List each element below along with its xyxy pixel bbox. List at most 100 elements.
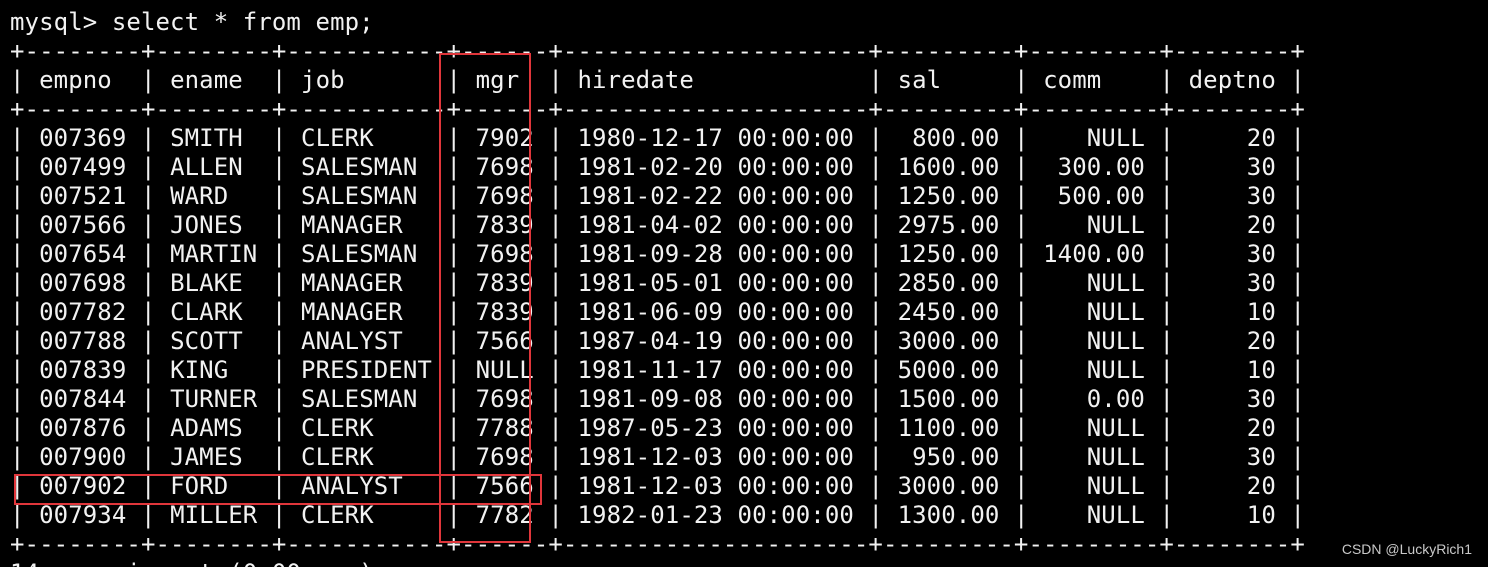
cell-empno: 007369 [39,124,127,152]
cell-job: SALESMAN [301,240,432,268]
cell-comm: 1400.00 [1043,240,1145,268]
cell-deptno: 10 [1188,356,1276,384]
cell-comm: NULL [1043,443,1145,471]
cell-sal: 800.00 [897,124,1000,152]
cell-comm: NULL [1043,414,1145,442]
cell-deptno: 10 [1188,501,1276,529]
cell-ename: JONES [170,211,258,239]
cell-hiredate: 1987-05-23 00:00:00 [577,414,854,442]
cell-ename: WARD [170,182,258,210]
column-header-sal: sal [897,66,1000,94]
cell-mgr: 7566 [475,472,534,500]
column-header-job: job [301,66,432,94]
cell-hiredate: 1981-05-01 00:00:00 [577,269,854,297]
cell-deptno: 30 [1188,153,1276,181]
cell-sal: 1250.00 [897,182,1000,210]
cell-comm: NULL [1043,501,1145,529]
column-header-hiredate: hiredate [577,66,854,94]
cell-sal: 1500.00 [897,385,1000,413]
table-row: | 007900 | JAMES | CLERK | 7698 | 1981-1… [10,443,1306,471]
cell-mgr: 7698 [475,240,534,268]
cell-empno: 007900 [39,443,127,471]
cell-mgr: 7698 [475,385,534,413]
cell-job: MANAGER [301,269,432,297]
table-border: +--------+--------+-----------+------+--… [10,37,1305,65]
table-row: | 007934 | MILLER | CLERK | 7782 | 1982-… [10,501,1306,529]
cell-ename: SCOTT [170,327,258,355]
watermark: CSDN @LuckyRich1 [1341,541,1472,557]
result-summary: 14 rows in set (0.00 sec) [10,559,374,567]
cell-ename: TURNER [170,385,258,413]
cell-mgr: NULL [475,356,534,384]
cell-empno: 007902 [39,472,127,500]
cell-deptno: 20 [1188,414,1276,442]
cell-deptno: 30 [1188,182,1276,210]
cell-mgr: 7839 [475,298,534,326]
table-row: | 007654 | MARTIN | SALESMAN | 7698 | 19… [10,240,1306,268]
cell-empno: 007698 [39,269,127,297]
cell-ename: MILLER [170,501,258,529]
cell-mgr: 7788 [475,414,534,442]
cell-comm: NULL [1043,327,1145,355]
cell-hiredate: 1980-12-17 00:00:00 [577,124,854,152]
cell-mgr: 7839 [475,211,534,239]
cell-sal: 1250.00 [897,240,1000,268]
cell-hiredate: 1981-09-08 00:00:00 [577,385,854,413]
cell-job: CLERK [301,443,432,471]
terminal-window[interactable]: mysql> select * from emp; +--------+----… [0,0,1488,567]
cell-sal: 2850.00 [897,269,1000,297]
cell-empno: 007876 [39,414,127,442]
table-row: | 007782 | CLARK | MANAGER | 7839 | 1981… [10,298,1306,326]
column-header-comm: comm [1043,66,1145,94]
column-header-deptno: deptno [1188,66,1276,94]
cell-comm: NULL [1043,124,1145,152]
table-border: +--------+--------+-----------+------+--… [10,95,1305,123]
cell-mgr: 7566 [475,327,534,355]
cell-mgr: 7902 [475,124,534,152]
cell-deptno: 30 [1188,269,1276,297]
column-header-mgr: mgr [475,66,534,94]
cell-mgr: 7698 [475,443,534,471]
cell-ename: MARTIN [170,240,258,268]
cell-comm: NULL [1043,356,1145,384]
cell-ename: ALLEN [170,153,258,181]
table-row: | 007839 | KING | PRESIDENT | NULL | 198… [10,356,1306,384]
cell-sal: 2975.00 [897,211,1000,239]
cell-hiredate: 1981-02-20 00:00:00 [577,153,854,181]
table-row: | 007844 | TURNER | SALESMAN | 7698 | 19… [10,385,1306,413]
cell-job: CLERK [301,124,432,152]
cell-empno: 007934 [39,501,127,529]
cell-hiredate: 1981-04-02 00:00:00 [577,211,854,239]
table-row: | 007788 | SCOTT | ANALYST | 7566 | 1987… [10,327,1306,355]
cell-comm: 300.00 [1043,153,1145,181]
cell-deptno: 30 [1188,443,1276,471]
cell-comm: 500.00 [1043,182,1145,210]
cell-empno: 007782 [39,298,127,326]
cell-sal: 3000.00 [897,327,1000,355]
cell-hiredate: 1981-12-03 00:00:00 [577,443,854,471]
cell-sal: 950.00 [897,443,1000,471]
table-row: | 007876 | ADAMS | CLERK | 7788 | 1987-0… [10,414,1306,442]
cell-mgr: 7839 [475,269,534,297]
cell-deptno: 30 [1188,385,1276,413]
cell-sal: 2450.00 [897,298,1000,326]
cell-job: ANALYST [301,327,432,355]
table-row: | 007698 | BLAKE | MANAGER | 7839 | 1981… [10,269,1306,297]
cell-sal: 5000.00 [897,356,1000,384]
table-row: | 007521 | WARD | SALESMAN | 7698 | 1981… [10,182,1306,210]
cell-empno: 007788 [39,327,127,355]
table-row: | 007566 | JONES | MANAGER | 7839 | 1981… [10,211,1306,239]
cell-comm: 0.00 [1043,385,1145,413]
column-header-ename: ename [170,66,258,94]
cell-sal: 1300.00 [897,501,1000,529]
cell-ename: ADAMS [170,414,258,442]
cell-empno: 007499 [39,153,127,181]
table-row: | 007902 | FORD | ANALYST | 7566 | 1981-… [10,472,1306,500]
cell-empno: 007839 [39,356,127,384]
cell-job: CLERK [301,414,432,442]
table-row: | 007499 | ALLEN | SALESMAN | 7698 | 198… [10,153,1306,181]
cell-job: MANAGER [301,211,432,239]
cell-job: SALESMAN [301,153,432,181]
command-line: mysql> select * from emp; [10,8,374,36]
cell-job: CLERK [301,501,432,529]
